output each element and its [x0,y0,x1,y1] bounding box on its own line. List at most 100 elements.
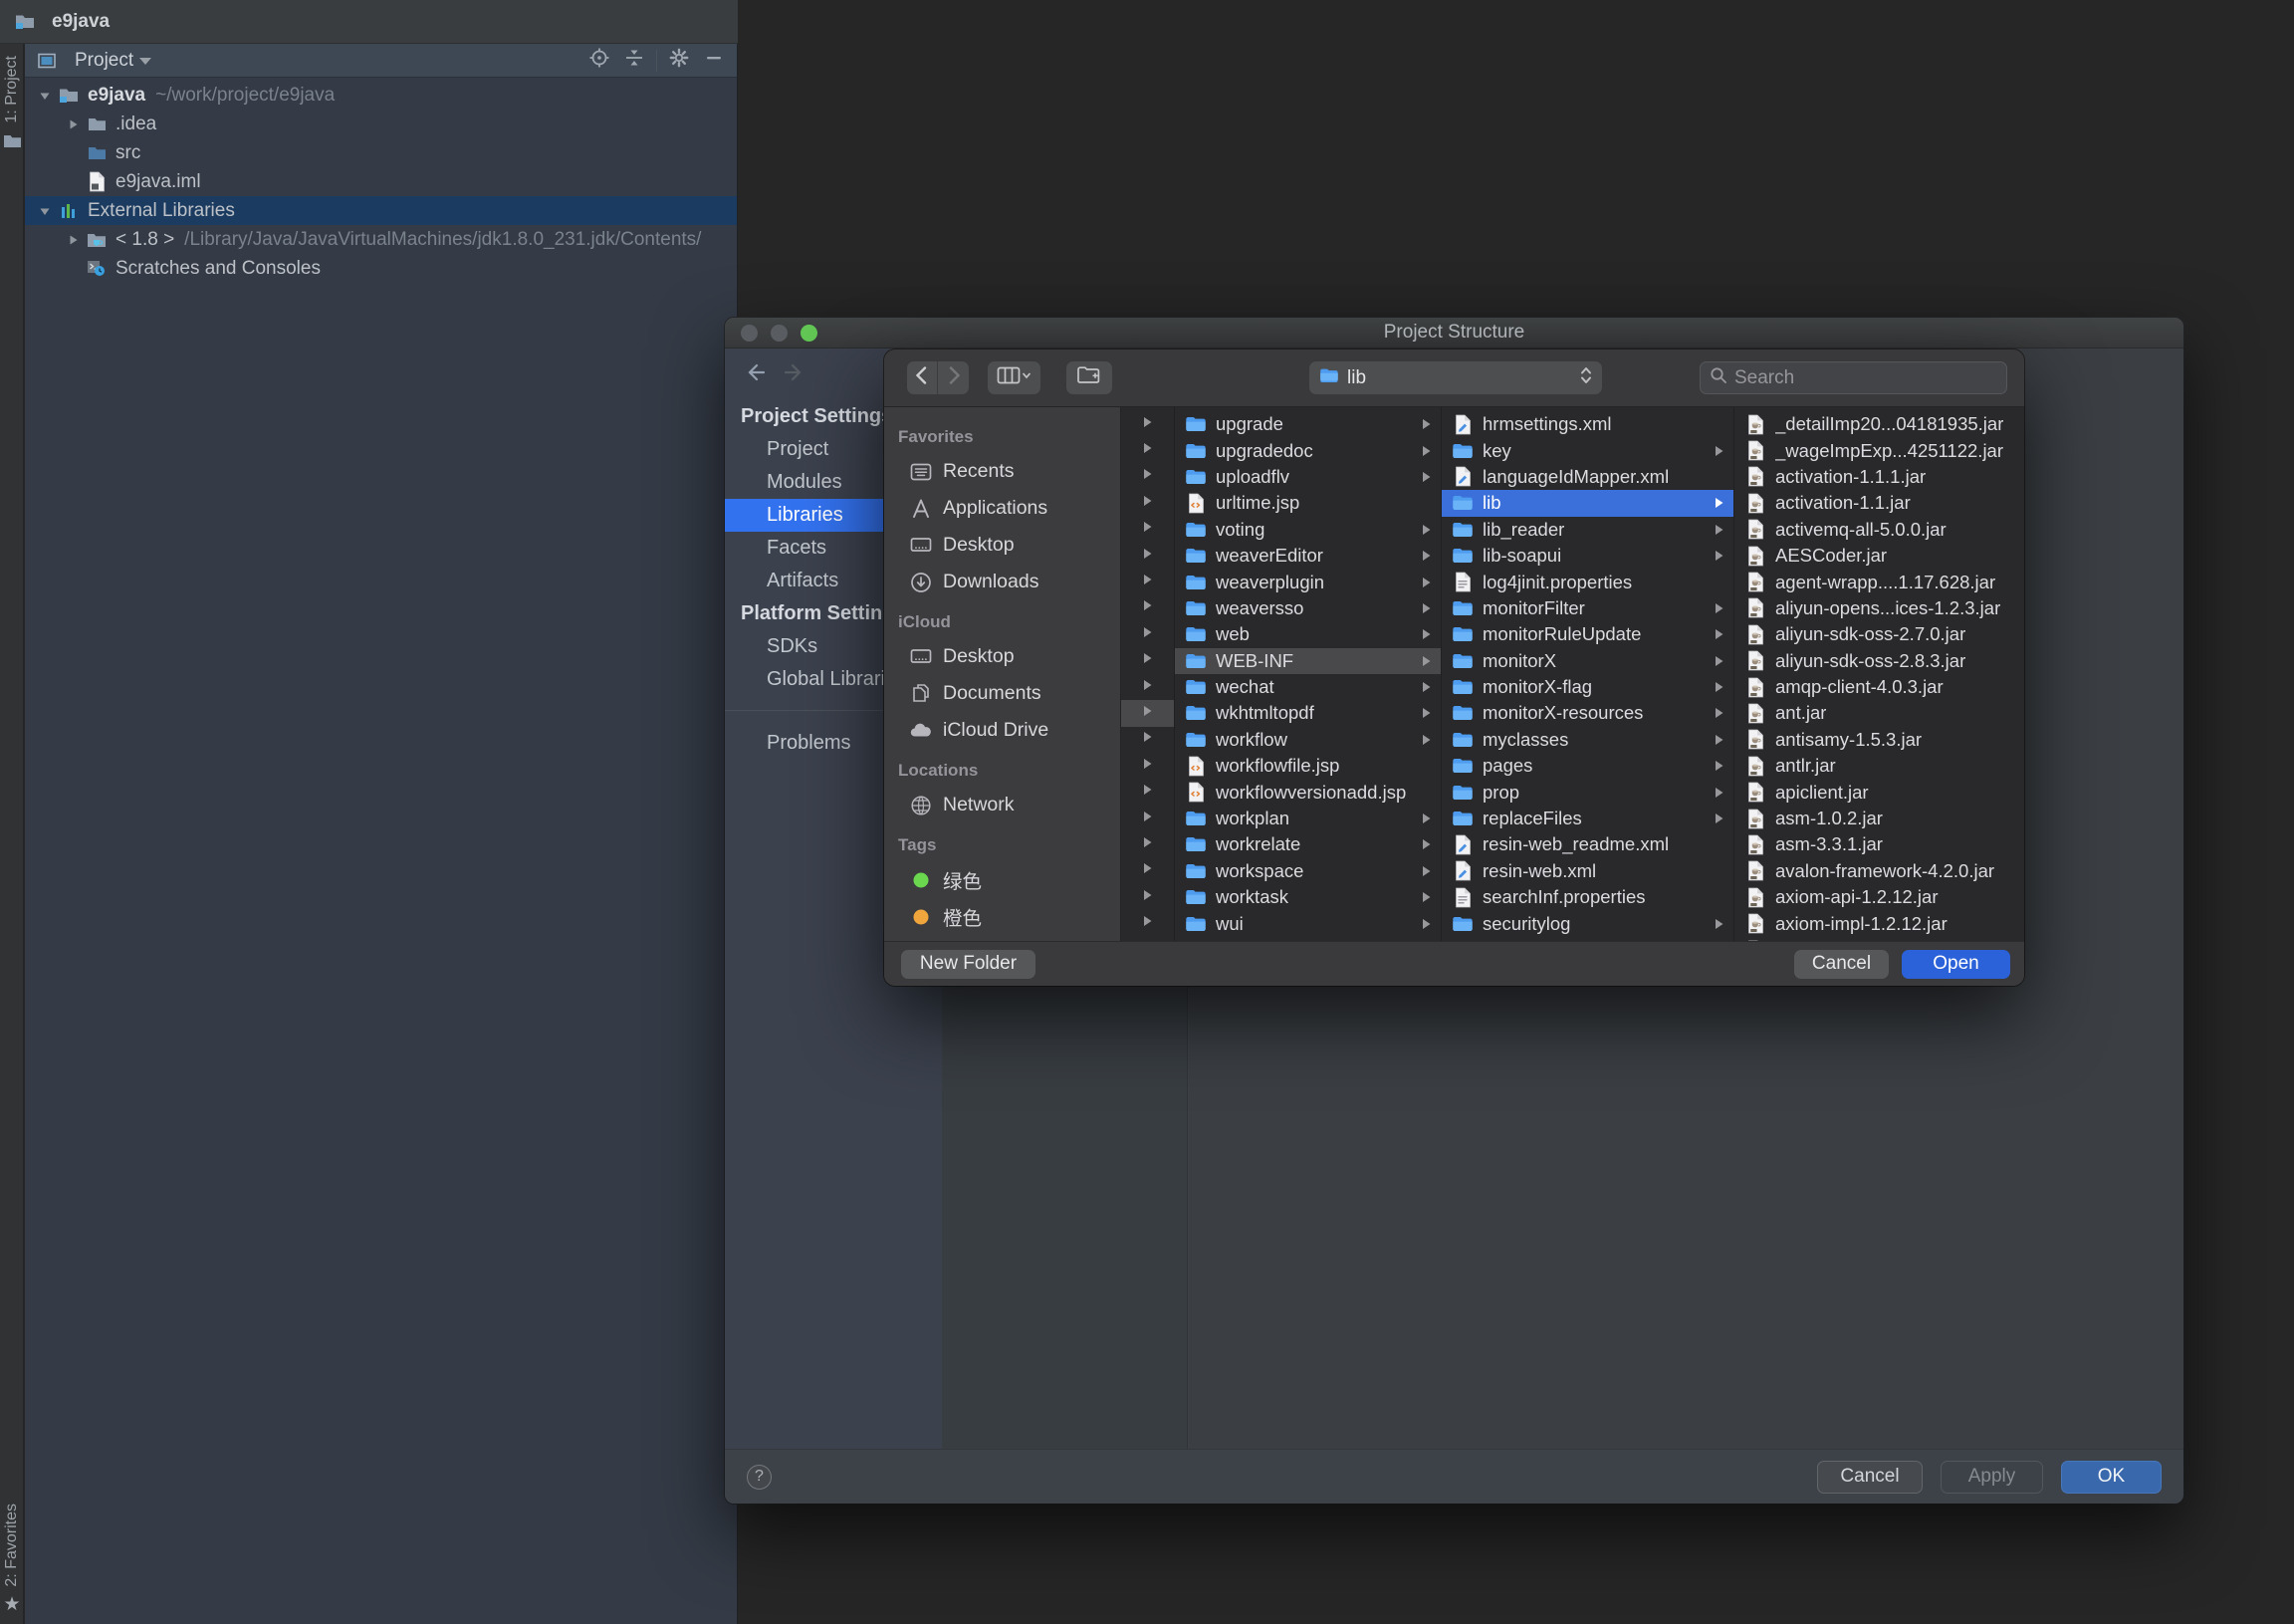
file-row-workspace[interactable]: workspace [1175,858,1441,884]
file-row-aescoder-jar[interactable]: AESCoder.jar [1734,543,2023,569]
chooser-back-button[interactable] [907,361,938,394]
chevron-down-icon[interactable] [139,58,152,65]
parent-strip-row[interactable] [1121,806,1174,831]
tree-row-external-libraries[interactable]: External Libraries [25,196,737,225]
sidebar-item-network[interactable]: Network [884,787,1120,823]
file-row-asm-3-3-1-jar[interactable]: asm-3.3.1.jar [1734,831,2023,857]
file-row-searchinf-properties[interactable]: searchInf.properties [1442,884,1733,910]
location-popup[interactable]: lib [1309,361,1602,394]
file-row-activemq-all-5-0-0-jar[interactable]: activemq-all-5.0.0.jar [1734,517,2023,543]
file-row-monitorx-flag[interactable]: monitorX-flag [1442,674,1733,700]
file-row-activation-1-1-jar[interactable]: activation-1.1.jar [1734,490,2023,516]
search-field[interactable] [1700,361,2007,394]
parent-strip-row[interactable] [1121,464,1174,490]
tool-window-button-favorites[interactable]: 2: Favorites ★ [0,1504,24,1614]
file-row-amqp-client-4-0-3-jar[interactable]: amqp-client-4.0.3.jar [1734,674,2023,700]
file-row-workplan[interactable]: workplan [1175,806,1441,831]
file-row-lib[interactable]: lib [1442,490,1733,517]
forward-arrow-icon[interactable] [783,360,808,389]
file-row-weaverplugin[interactable]: weaverplugin [1175,569,1441,594]
sidebar-item-applications[interactable]: Applications [884,490,1120,527]
file-row-weavereditor[interactable]: weaverEditor [1175,543,1441,569]
parent-strip-row[interactable] [1121,648,1174,674]
file-row-lib-reader[interactable]: lib_reader [1442,517,1733,543]
tree-row-scratches-and-consoles[interactable]: Scratches and Consoles [25,254,737,283]
locate-file-button[interactable] [586,48,612,74]
file-row-lib-soapui[interactable]: lib-soapui [1442,543,1733,569]
file-row-pages[interactable]: pages [1442,753,1733,779]
file-row-web-inf[interactable]: WEB-INF [1175,647,1441,674]
search-input[interactable] [1734,366,1998,389]
file-row-workflow[interactable]: workflow [1175,727,1441,753]
tool-window-button-project[interactable]: 1: Project [0,56,24,153]
collapse-all-button[interactable] [621,48,647,74]
file-row-workflowfile-jsp[interactable]: workflowfile.jsp [1175,753,1441,779]
file-row-workrelate[interactable]: workrelate [1175,831,1441,857]
minimize-window-button[interactable] [771,325,788,342]
file-row-antisamy-1-5-3-jar[interactable]: antisamy-1.5.3.jar [1734,727,2023,753]
sidebar-item-icloud-drive[interactable]: iCloud Drive [884,712,1120,749]
file-row-monitorx-resources[interactable]: monitorX-resources [1442,700,1733,726]
file-row-weaversso[interactable]: weaversso [1175,595,1441,621]
project-view-selector[interactable]: Project [75,50,133,72]
sidebar-item-desktop[interactable]: Desktop [884,638,1120,675]
file-row-resin-web-readme-xml[interactable]: resin-web_readme.xml [1442,831,1733,857]
back-arrow-icon[interactable] [741,360,767,389]
parent-strip-row[interactable] [1121,727,1174,753]
file-row-activation-1-1-1-jar[interactable]: activation-1.1.1.jar [1734,464,2023,490]
parent-strip-row[interactable] [1121,700,1174,727]
file-row-uploadflv[interactable]: uploadflv [1175,464,1441,490]
file-row-prop[interactable]: prop [1442,779,1733,805]
tree-row-1-8[interactable]: < 1.8 > /Library/Java/JavaVirtualMachines… [25,225,737,254]
file-row-web[interactable]: web [1175,621,1441,647]
parent-strip-row[interactable] [1121,517,1174,543]
file-row-aliyun-sdk-oss-2-8-3-jar[interactable]: aliyun-sdk-oss-2.8.3.jar [1734,648,2023,674]
chooser-cancel-button[interactable]: Cancel [1794,949,1889,979]
sidebar-item-绿色[interactable]: 绿色 [884,861,1120,898]
file-row-upgrade[interactable]: upgrade [1175,411,1441,437]
parent-strip-row[interactable] [1121,779,1174,805]
file-row-workflowversionadd-jsp[interactable]: workflowversionadd.jsp [1175,779,1441,805]
file-row-log4jinit-properties[interactable]: log4jinit.properties [1442,569,1733,594]
view-mode-button[interactable] [988,361,1040,394]
file-row-languageidmapper-xml[interactable]: languageIdMapper.xml [1442,464,1733,490]
file-row-monitorruleupdate[interactable]: monitorRuleUpdate [1442,621,1733,647]
sidebar-item-downloads[interactable]: Downloads [884,564,1120,600]
sidebar-item-desktop[interactable]: Desktop [884,527,1120,564]
parent-strip-row[interactable] [1121,753,1174,779]
dialog-titlebar[interactable]: Project Structure [725,318,2183,348]
file-row-apiclient-jar[interactable]: apiclient.jar [1734,779,2023,805]
file-row-wageimpexp-4251122-jar[interactable]: _wageImpExp...4251122.jar [1734,437,2023,463]
file-row-resin-web-xml[interactable]: resin-web.xml [1442,858,1733,884]
parent-strip-row[interactable] [1121,437,1174,463]
file-row-hrmsettings-xml[interactable]: hrmsettings.xml [1442,411,1733,437]
parent-strip-row[interactable] [1121,543,1174,569]
file-row-upgradedoc[interactable]: upgradedoc [1175,437,1441,463]
tree-row-idea[interactable]: .idea [25,110,737,138]
expander-closed-icon[interactable] [61,117,85,131]
dialog-cancel-button[interactable]: Cancel [1817,1460,1923,1494]
sidebar-item-recents[interactable]: Recents [884,453,1120,490]
help-button[interactable]: ? [747,1464,772,1490]
file-row-antlr-jar[interactable]: antlr.jar [1734,753,2023,779]
expander-open-icon[interactable] [33,204,57,218]
file-row-wechat[interactable]: wechat [1175,674,1441,700]
parent-strip-row[interactable] [1121,569,1174,594]
file-row-avalon-framework-4-2-0-jar[interactable]: avalon-framework-4.2.0.jar [1734,858,2023,884]
expander-open-icon[interactable] [33,89,57,103]
file-row-wui[interactable]: wui [1175,910,1441,936]
expander-closed-icon[interactable] [61,233,85,247]
zoom-window-button[interactable] [801,325,817,342]
parent-strip-row[interactable] [1121,674,1174,700]
file-row-axiom-api-1-2-12-jar[interactable]: axiom-api-1.2.12.jar [1734,884,2023,910]
file-row-agent-wrapp-1-17-628-jar[interactable]: agent-wrapp....1.17.628.jar [1734,569,2023,594]
file-row-urltime-jsp[interactable]: urltime.jsp [1175,490,1441,516]
open-button[interactable]: Open [1902,949,2010,979]
file-row-detailimp20-04181935-jar[interactable]: _detailImp20...04181935.jar [1734,411,2023,437]
settings-button[interactable] [666,48,692,74]
file-row-worktask[interactable]: worktask [1175,884,1441,910]
tree-row-src[interactable]: src [25,138,737,167]
chooser-forward-button[interactable] [938,361,969,394]
new-folder-button[interactable]: New Folder [901,949,1035,979]
file-row-myclasses[interactable]: myclasses [1442,727,1733,753]
